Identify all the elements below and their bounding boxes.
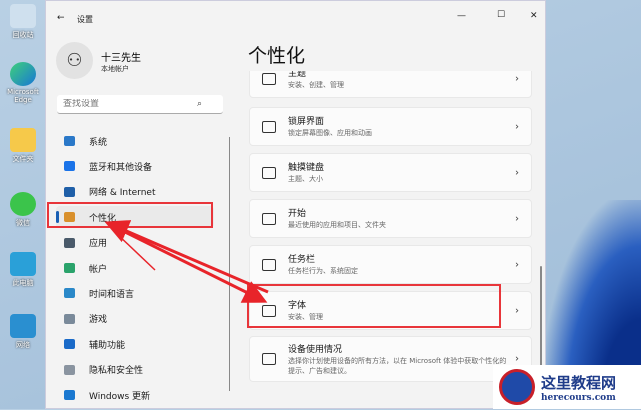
arrow-to-personalization xyxy=(104,220,269,294)
annotation-arrows xyxy=(104,220,269,303)
arrow-to-fonts xyxy=(124,230,268,303)
watermark: 这里教程网 herecours.com xyxy=(493,365,641,409)
